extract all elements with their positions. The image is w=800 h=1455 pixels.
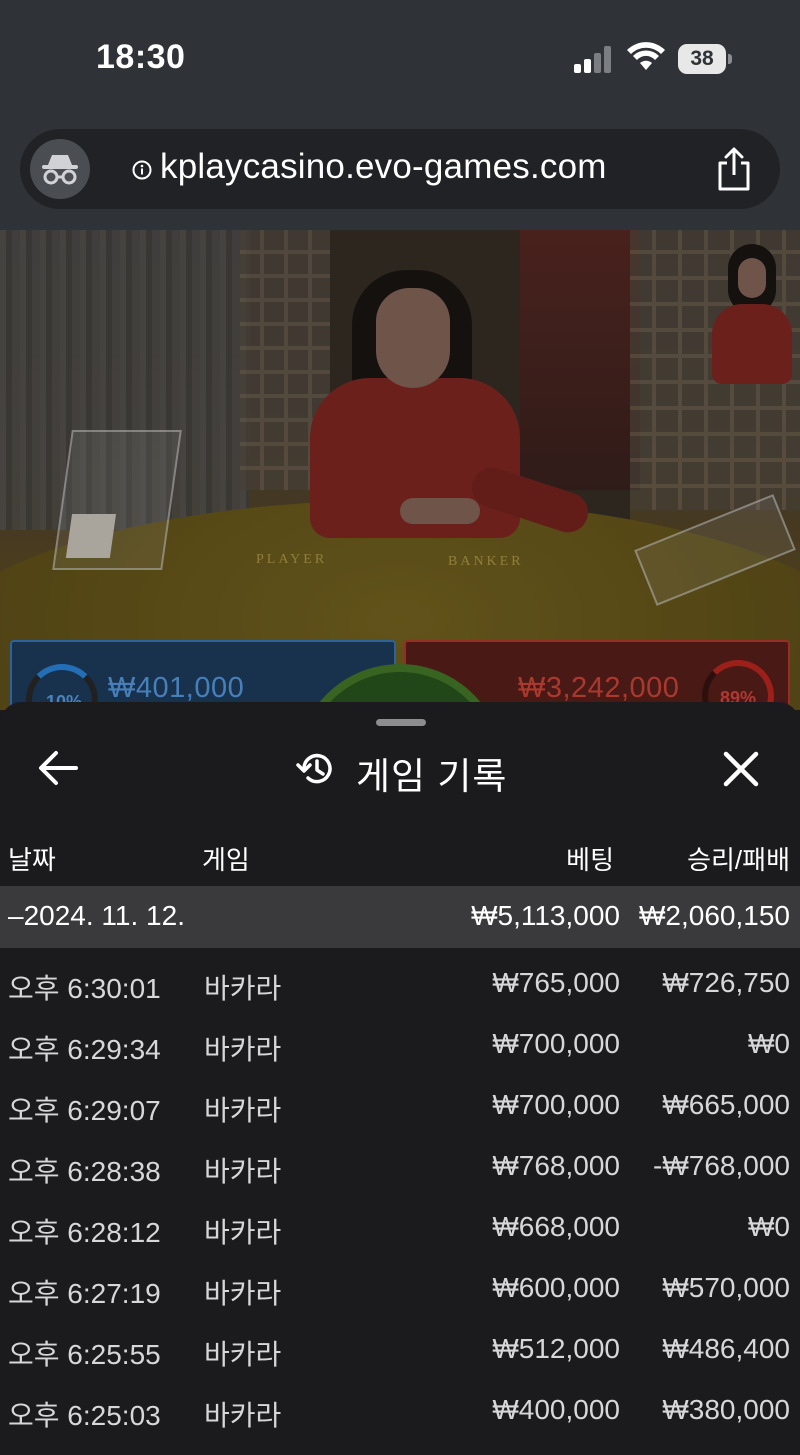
row-game: 바카라: [204, 1400, 282, 1431]
info-icon[interactable]: [132, 160, 152, 180]
row-time: 오후 6:25:55: [8, 1339, 161, 1370]
row-game: 바카라: [204, 1278, 282, 1309]
row-game: 바카라: [204, 1095, 282, 1126]
status-bar: 18:30 38: [0, 0, 800, 120]
row-bet: ₩512,000: [492, 1333, 620, 1364]
row-time: 오후 6:25:03: [8, 1400, 161, 1431]
row-bet: ₩700,000: [492, 1028, 620, 1059]
browser-toolbar: kplaycasino.evo-games.com: [0, 120, 800, 230]
row-winloss: ₩380,000: [662, 1394, 790, 1425]
url-text[interactable]: kplaycasino.evo-games.com: [160, 147, 607, 187]
sheet-grabber[interactable]: [376, 719, 426, 726]
row-winloss: ₩486,400: [662, 1333, 790, 1364]
back-arrow-icon[interactable]: [36, 748, 80, 788]
incognito-icon[interactable]: [30, 139, 90, 199]
row-bet: ₩400,000: [492, 1394, 620, 1425]
sheet-title: 게임 기록: [356, 756, 508, 797]
row-winloss: ₩665,000: [662, 1089, 790, 1120]
row-time: 오후 6:29:07: [8, 1095, 161, 1126]
row-bet: ₩668,000: [492, 1211, 620, 1242]
table-row[interactable]: 오후 6:28:12 바카라 ₩668,000 ₩0: [0, 1196, 800, 1257]
row-time: 오후 6:30:01: [8, 973, 161, 1004]
column-header-date: 날짜: [8, 845, 56, 875]
row-bet: ₩600,000: [492, 1272, 620, 1303]
row-time: 오후 6:29:34: [8, 1034, 161, 1065]
row-time: 오후 6:28:12: [8, 1217, 161, 1248]
column-header-game: 게임: [202, 845, 250, 875]
signal-icon: [574, 45, 614, 73]
wifi-icon: [627, 42, 665, 70]
row-game: 바카라: [204, 1156, 282, 1187]
row-game: 바카라: [204, 973, 282, 1004]
table-row[interactable]: 오후 6:28:38 바카라 ₩768,000 -₩768,000: [0, 1135, 800, 1196]
row-bet: ₩768,000: [492, 1150, 620, 1181]
history-icon: [296, 753, 332, 784]
share-icon[interactable]: [714, 147, 754, 191]
row-winloss: -₩768,000: [653, 1150, 790, 1181]
row-game: 바카라: [204, 1217, 282, 1248]
date-group-date: –2024. 11. 12.: [8, 900, 185, 931]
battery-icon: 38: [678, 44, 732, 74]
row-winloss: ₩0: [748, 1211, 790, 1242]
date-group-row[interactable]: –2024. 11. 12. ₩5,113,000 ₩2,060,150: [0, 886, 800, 948]
row-bet: ₩700,000: [492, 1089, 620, 1120]
table-row[interactable]: 오후 6:25:03 바카라 ₩400,000 ₩380,000: [0, 1379, 800, 1440]
table-row[interactable]: 오후 6:29:34 바카라 ₩700,000 ₩0: [0, 1013, 800, 1074]
row-game: 바카라: [204, 1034, 282, 1065]
battery-level: 38: [690, 47, 714, 70]
table-row[interactable]: 오후 6:30:01 바카라 ₩765,000 ₩726,750: [0, 952, 800, 1013]
row-winloss: ₩0: [748, 1028, 790, 1059]
game-history-sheet: 게임 기록 날짜 게임 베팅 승리/패배 –2024. 11. 12. ₩5,1…: [0, 702, 800, 1455]
column-header-bet: 베팅: [566, 845, 614, 875]
table-row[interactable]: 오후 6:29:07 바카라 ₩700,000 ₩665,000: [0, 1074, 800, 1135]
row-winloss: ₩570,000: [662, 1272, 790, 1303]
history-list: 오후 6:30:01 바카라 ₩765,000 ₩726,750 오후 6:29…: [0, 952, 800, 1440]
video-dim-overlay: [0, 230, 800, 710]
close-icon[interactable]: [722, 750, 760, 788]
date-group-total-winloss: ₩2,060,150: [639, 900, 790, 931]
row-time: 오후 6:28:38: [8, 1156, 161, 1187]
live-video: PLAYER BANKER 10% ₩401,000 ₩3,242,000 89…: [0, 230, 800, 710]
row-game: 바카라: [204, 1339, 282, 1370]
address-bar[interactable]: kplaycasino.evo-games.com: [20, 129, 780, 209]
column-header-winloss: 승리/패배: [687, 845, 790, 875]
status-time: 18:30: [96, 38, 186, 76]
row-bet: ₩765,000: [492, 967, 620, 998]
row-winloss: ₩726,750: [662, 967, 790, 998]
table-row[interactable]: 오후 6:25:55 바카라 ₩512,000 ₩486,400: [0, 1318, 800, 1379]
row-time: 오후 6:27:19: [8, 1278, 161, 1309]
date-group-total-bet: ₩5,113,000: [471, 900, 620, 931]
table-row[interactable]: 오후 6:27:19 바카라 ₩600,000 ₩570,000: [0, 1257, 800, 1318]
